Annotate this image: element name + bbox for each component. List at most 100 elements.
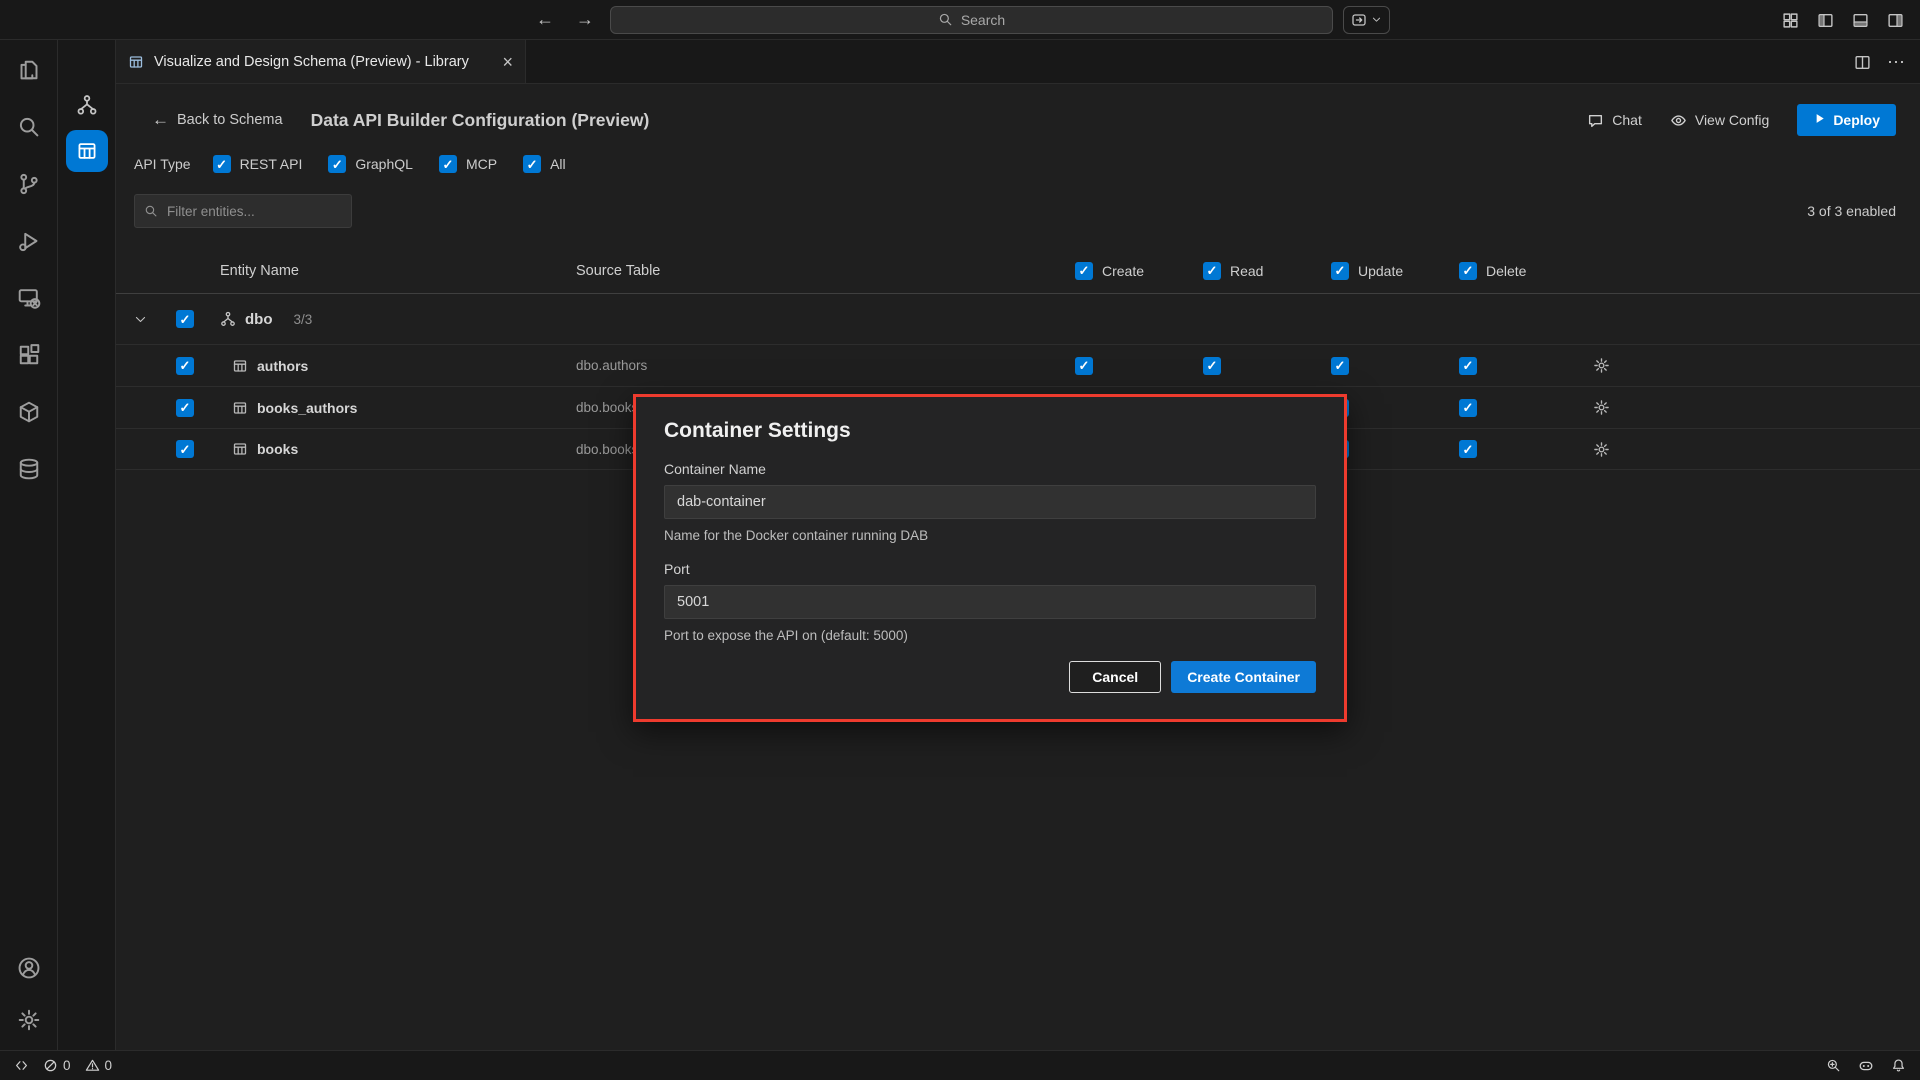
rest-api-label: REST API [240, 156, 303, 172]
create-all-checkbox[interactable] [1075, 262, 1093, 280]
notifications-bell-icon[interactable] [1891, 1058, 1906, 1073]
entity-name: books_authors [257, 400, 357, 416]
mcp-checkbox[interactable] [439, 155, 457, 173]
schema-graph-icon[interactable] [76, 94, 98, 116]
api-type-rest[interactable]: REST API [213, 155, 303, 173]
toggle-secondary-sidebar-icon[interactable] [1887, 12, 1904, 29]
dbo-group-cell: dbo 3/3 [220, 311, 576, 328]
view-config-button[interactable]: View Config [1670, 112, 1769, 129]
extensions-icon[interactable] [17, 343, 41, 367]
more-actions-icon[interactable]: ⋯ [1887, 52, 1906, 73]
data-api-builder-tab[interactable] [66, 130, 108, 172]
delete-header-label: Delete [1486, 263, 1526, 279]
read-header-label: Read [1230, 263, 1263, 279]
api-type-mcp[interactable]: MCP [439, 155, 497, 173]
create-header-label: Create [1102, 263, 1144, 279]
source-table-value: dbo.authors [576, 358, 1075, 373]
delete-all-checkbox[interactable] [1459, 262, 1477, 280]
chevron-down-icon [1371, 14, 1382, 25]
tab-label: Visualize and Design Schema (Preview) - … [154, 54, 469, 70]
dbo-group-checkbox[interactable] [176, 310, 194, 328]
books-delete-checkbox[interactable] [1459, 440, 1477, 458]
books-authors-delete-checkbox[interactable] [1459, 399, 1477, 417]
entity-name: authors [257, 358, 308, 374]
eye-icon [1670, 112, 1687, 129]
search-icon [938, 12, 953, 27]
authors-read-checkbox[interactable] [1203, 357, 1221, 375]
tab-visualize-design-schema[interactable]: Visualize and Design Schema (Preview) - … [116, 40, 526, 83]
authors-delete-checkbox[interactable] [1459, 357, 1477, 375]
books-authors-settings-gear-icon[interactable] [1571, 399, 1631, 416]
group-name: dbo [245, 311, 273, 328]
authors-enable-checkbox[interactable] [176, 357, 194, 375]
container-settings-dialog: Container Settings Container Name Name f… [633, 394, 1347, 722]
books-enable-checkbox[interactable] [176, 440, 194, 458]
books-authors-enable-checkbox[interactable] [176, 399, 194, 417]
history-forward-button[interactable]: → [570, 7, 600, 32]
authors-create-checkbox[interactable] [1075, 357, 1093, 375]
copilot-session-dropdown[interactable] [1343, 6, 1390, 34]
tab-close-icon[interactable]: × [502, 53, 513, 71]
search-view-icon[interactable] [17, 115, 41, 139]
create-container-button[interactable]: Create Container [1171, 661, 1316, 693]
remote-explorer-icon[interactable] [17, 286, 41, 310]
read-all-checkbox[interactable] [1203, 262, 1221, 280]
containers-cube-icon[interactable] [17, 400, 41, 424]
zoom-icon[interactable] [1826, 1058, 1841, 1073]
books-settings-gear-icon[interactable] [1571, 441, 1631, 458]
settings-gear-icon[interactable] [17, 1008, 41, 1032]
filter-row: 3 of 3 enabled [116, 194, 1920, 228]
chat-label: Chat [1612, 112, 1642, 128]
status-bar: 0 0 [0, 1050, 1920, 1080]
container-name-input[interactable] [664, 485, 1316, 519]
entity-name-header: Entity Name [220, 263, 576, 279]
api-type-label: API Type [134, 156, 191, 172]
update-header-label: Update [1358, 263, 1403, 279]
back-to-schema-link[interactable]: ← Back to Schema [152, 110, 283, 130]
entity-name: books [257, 441, 298, 457]
chat-button[interactable]: Chat [1587, 112, 1642, 129]
graphql-checkbox[interactable] [328, 155, 346, 173]
editor-actions: ⋯ [1854, 40, 1906, 84]
api-type-all[interactable]: All [523, 155, 566, 173]
designer-side-panel [58, 40, 116, 1050]
all-checkbox[interactable] [523, 155, 541, 173]
vscode-window: ← → Search [0, 0, 1920, 1080]
account-icon[interactable] [17, 956, 41, 980]
collapse-chevron-icon[interactable] [116, 313, 176, 326]
api-type-graphql[interactable]: GraphQL [328, 155, 413, 173]
port-label: Port [664, 561, 1316, 577]
deploy-button[interactable]: Deploy [1797, 104, 1896, 136]
toggle-panel-icon[interactable] [1852, 12, 1869, 29]
update-column-header: Update [1331, 262, 1459, 280]
errors-indicator[interactable]: 0 [43, 1058, 71, 1073]
authors-settings-gear-icon[interactable] [1571, 357, 1631, 374]
authors-name-cell: authors [220, 358, 576, 374]
back-arrow-icon: ← [152, 110, 169, 130]
source-control-icon[interactable] [17, 172, 41, 196]
books-authors-name-cell: books_authors [220, 400, 576, 416]
split-editor-icon[interactable] [1854, 54, 1871, 71]
page-title: Data API Builder Configuration (Preview) [311, 110, 650, 131]
cancel-button[interactable]: Cancel [1069, 661, 1161, 693]
database-view-icon[interactable] [17, 457, 41, 481]
source-table-header: Source Table [576, 263, 1075, 279]
rest-api-checkbox[interactable] [213, 155, 231, 173]
authors-update-checkbox[interactable] [1331, 357, 1349, 375]
activity-bar-bottom [17, 956, 41, 1050]
toggle-sidebar-icon[interactable] [1817, 12, 1834, 29]
create-column-header: Create [1075, 262, 1203, 280]
history-back-button[interactable]: ← [530, 7, 560, 32]
filter-entities-input[interactable] [165, 203, 342, 220]
remote-indicator-icon[interactable] [14, 1058, 29, 1073]
update-all-checkbox[interactable] [1331, 262, 1349, 280]
command-center-search[interactable]: Search [610, 6, 1333, 34]
port-input[interactable] [664, 585, 1316, 619]
run-debug-icon[interactable] [17, 229, 41, 253]
explorer-icon[interactable] [17, 58, 41, 82]
customize-layout-icon[interactable] [1782, 12, 1799, 29]
copilot-status-icon[interactable] [1858, 1058, 1874, 1074]
search-label: Search [961, 12, 1005, 28]
warnings-indicator[interactable]: 0 [85, 1058, 113, 1073]
schema-branch-icon [220, 311, 236, 327]
